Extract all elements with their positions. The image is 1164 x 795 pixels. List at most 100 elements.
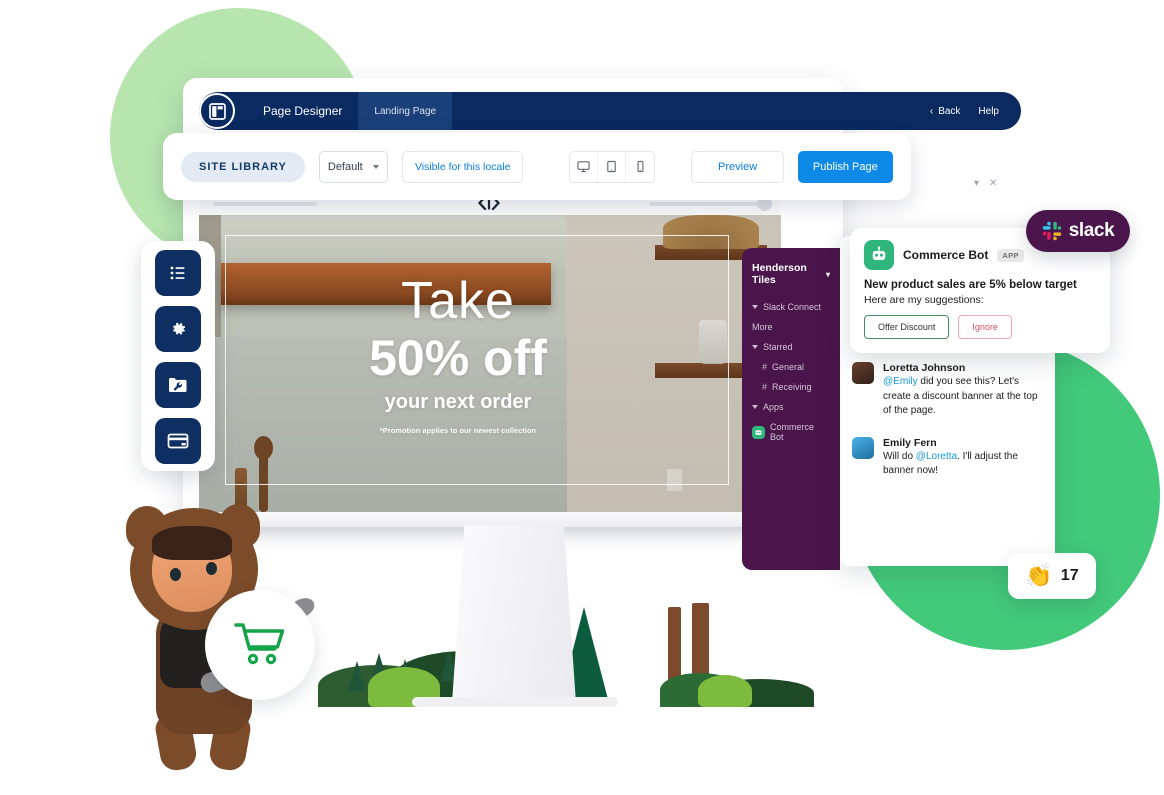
slack-workspace-switcher[interactable]: Henderson Tiles ▾: [752, 262, 830, 286]
sidebar-item-commerce-bot[interactable]: Commerce Bot: [752, 422, 830, 442]
app-bar-actions: ‹ Back Help: [930, 106, 1021, 117]
locale-select[interactable]: Default: [318, 150, 388, 183]
list-icon: [170, 266, 185, 280]
slack-sidebar: Henderson Tiles ▾ Slack Connect More Sta…: [742, 248, 840, 570]
site-library-button[interactable]: SITE LIBRARY: [181, 151, 305, 182]
sidebar-item-label: Commerce Bot: [770, 422, 815, 442]
tablet-icon[interactable]: [598, 151, 627, 182]
mascot-hair: [152, 526, 232, 560]
sidebar-item-apps[interactable]: Apps: [752, 402, 830, 412]
fir-tree: [348, 661, 366, 691]
clap-emoji: 👏: [1025, 563, 1053, 588]
close-icon[interactable]: ✕: [989, 178, 997, 189]
bush-bright: [698, 675, 752, 707]
bot-name: Commerce Bot: [903, 248, 989, 262]
visible-for-locale-button[interactable]: Visible for this locale: [401, 150, 524, 183]
chevron-left-icon: ‹: [929, 105, 934, 117]
app-logo[interactable]: [199, 93, 235, 129]
rail-button-content-list[interactable]: [155, 250, 201, 296]
shopping-cart-badge: [205, 590, 315, 700]
rail-button-payments[interactable]: [155, 418, 201, 464]
reaction-count: 17: [1060, 567, 1079, 584]
wall-outlet: [666, 468, 683, 492]
sidebar-item-receiving[interactable]: # Receiving: [752, 382, 830, 392]
monitor-foot: [412, 697, 618, 707]
avatar[interactable]: [852, 436, 874, 459]
message-row: Emily Fern Will do @Loretta. I'll adjust…: [852, 436, 1043, 479]
placeholder-bar: [649, 202, 767, 206]
page-root: Take 50% off your next order *Promotion …: [0, 0, 1164, 795]
help-button[interactable]: Help: [978, 106, 999, 117]
device-preview-group: [569, 150, 656, 183]
bot-alert-text: New product sales are 5% below target: [864, 279, 1077, 291]
sidebar-item-label: Slack Connect: [763, 302, 822, 312]
folder-wrench-icon: [169, 378, 187, 392]
slack-logo-badge: slack: [1026, 210, 1130, 252]
hash-icon: #: [762, 382, 768, 392]
chevron-down-icon: [372, 164, 379, 169]
message-text: @Emily did you see this? Let's create a …: [883, 375, 1043, 419]
chevron-down-icon: [752, 305, 758, 309]
slack-hash-icon: [1042, 221, 1061, 241]
shopping-cart-icon: [234, 623, 285, 665]
sidebar-item-label: Starred: [763, 342, 793, 352]
placeholder-bar: [213, 202, 317, 206]
robot-icon: [864, 240, 894, 270]
avatar[interactable]: [852, 362, 874, 384]
message-author: Emily Fern: [883, 436, 937, 449]
mascot-eye: [170, 568, 181, 581]
ignore-button[interactable]: Ignore: [958, 315, 1012, 339]
robot-icon: [752, 425, 765, 439]
banner-fine-print: *Promotion applies to our newest collect…: [379, 426, 537, 435]
chevron-down-icon[interactable]: ▾: [974, 178, 979, 189]
credit-card-icon: [167, 433, 189, 449]
rail-button-tools[interactable]: [155, 362, 201, 408]
tool-rail: [141, 241, 215, 471]
slack-wordmark: slack: [1068, 220, 1115, 241]
publish-page-button[interactable]: Publish Page: [797, 150, 893, 183]
message-text: Will do @Loretta. I'll adjust the banner…: [883, 450, 1043, 479]
reaction-chip[interactable]: 👏 17: [1008, 553, 1096, 599]
banner-take-text: Take: [401, 272, 515, 330]
app-badge: APP: [997, 248, 1024, 262]
canvas-mini-controls: ▾ ✕: [974, 178, 997, 189]
hash-icon: #: [762, 362, 768, 372]
user-mention[interactable]: @Emily: [883, 376, 918, 387]
user-mention[interactable]: @Loretta: [916, 451, 957, 462]
mascot-eye: [206, 562, 217, 575]
bot-subtitle: Here are my suggestions:: [864, 294, 984, 306]
nav-tab-page-designer[interactable]: Page Designer: [247, 92, 358, 130]
locale-value: Default: [327, 160, 363, 173]
banner-headline: 50% off: [369, 330, 547, 386]
sidebar-item-slack-connect[interactable]: Slack Connect: [752, 302, 830, 312]
back-button[interactable]: ‹ Back: [930, 106, 961, 117]
page-layout-icon: [208, 102, 226, 120]
back-label: Back: [938, 105, 961, 117]
preview-button[interactable]: Preview: [691, 150, 784, 183]
bot-actions: Offer Discount Ignore: [864, 315, 1096, 339]
offer-discount-button[interactable]: Offer Discount: [864, 315, 950, 339]
chevron-down-icon: [752, 405, 758, 409]
desktop-icon[interactable]: [570, 151, 599, 182]
chevron-down-icon: ▾: [825, 269, 830, 279]
wooden-spoon-head: [254, 436, 273, 460]
app-top-bar: Page Designer Landing Page ‹ Back Help: [199, 92, 1021, 130]
monitor-stand: [452, 525, 576, 703]
banner-copy: Take 50% off your next order *Promotion …: [199, 275, 717, 435]
editor-toolbar: SITE LIBRARY Default Visible for this lo…: [163, 133, 911, 200]
sidebar-item-general[interactable]: # General: [752, 362, 830, 372]
sidebar-item-starred[interactable]: Starred: [752, 342, 830, 352]
decor-plant: [663, 215, 759, 249]
message-prefix: Will do: [883, 450, 916, 462]
help-label: Help: [978, 105, 999, 117]
site-preview-canvas[interactable]: Take 50% off your next order *Promotion …: [199, 215, 781, 512]
banner-subline: your next order: [384, 391, 532, 413]
message-row: Loretta Johnson @Emily did you see this?…: [852, 362, 1043, 419]
mobile-icon[interactable]: [626, 152, 654, 182]
rail-button-settings[interactable]: [155, 306, 201, 352]
nav-tab-landing-page[interactable]: Landing Page: [358, 92, 453, 130]
gear-icon: [173, 322, 186, 335]
sidebar-item-more[interactable]: More: [752, 322, 830, 332]
message-author: Loretta Johnson: [883, 362, 966, 374]
workspace-label: Henderson Tiles: [752, 262, 807, 286]
